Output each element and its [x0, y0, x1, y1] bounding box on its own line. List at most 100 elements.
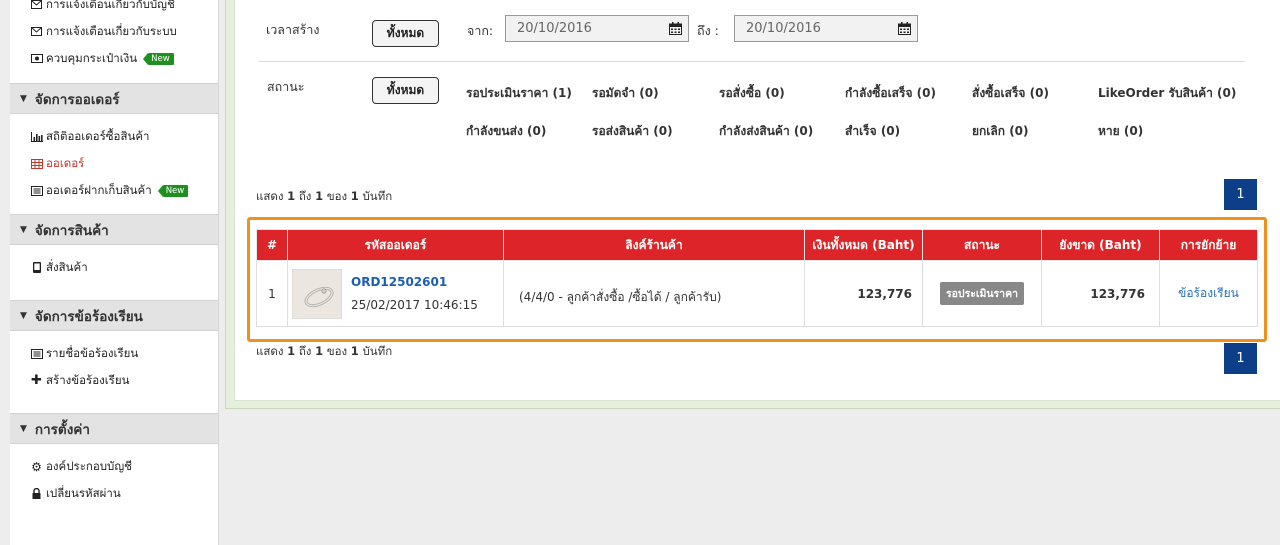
status-filter-completed[interactable]: สำเร็จ (0) — [845, 122, 900, 141]
sidebar-item-system-notifications[interactable]: การแจ้งเตือนเกี่ยวกับระบบ — [30, 18, 218, 45]
sidebar-item-label: สร้างข้อร้องเรียน — [46, 372, 130, 387]
created-all-button[interactable]: ทั้งหมด — [372, 20, 439, 47]
pagination-page-button[interactable]: 1 — [1224, 179, 1257, 210]
new-badge: New — [143, 52, 174, 65]
section-title: จัดการข้อร้องเรียน — [34, 308, 143, 325]
status-cell: รอประเมินราคา — [922, 260, 1042, 327]
list-icon — [30, 347, 43, 360]
gear-icon: ⚙ — [31, 459, 42, 474]
order-id-link[interactable]: ORD12502601 — [351, 275, 478, 289]
status-filter-likeorder-received[interactable]: LikeOrder รับสินค้า (0) — [1098, 84, 1236, 103]
envelope-icon — [30, 25, 43, 38]
column-header-shop-link: ลิงค์ร้านค้า — [503, 229, 805, 261]
sidebar-item-storage-orders[interactable]: ออเดอร์ฝากเก็บสินค้า New — [30, 177, 218, 204]
order-datetime: 25/02/2017 10:46:15 — [351, 298, 478, 312]
summary-from: 1 — [287, 344, 296, 358]
date-from-label: จาก: — [467, 23, 494, 38]
order-cell: ORD12502601 25/02/2017 10:46:15 — [287, 260, 504, 327]
date-from-field[interactable]: 20/10/2016 — [505, 15, 689, 42]
summary-text: ของ — [326, 189, 348, 203]
sidebar-item-label: องค์ประกอบบัญชี — [46, 458, 132, 473]
summary-text: ถึง — [298, 189, 312, 203]
column-header-total: เงินทั้งหมด (Baht) — [804, 229, 923, 261]
status-label: สถานะ — [267, 79, 305, 94]
summary-total: 1 — [350, 344, 359, 358]
section-title: จัดการสินค้า — [34, 222, 109, 239]
complaint-link[interactable]: ข้อร้องเรียน — [1178, 286, 1239, 300]
records-summary-bottom: แสดง 1 ถึง 1 ของ 1 บันทึก — [256, 343, 392, 361]
status-badge: รอประเมินราคา — [939, 282, 1025, 305]
sidebar-section-orders[interactable]: ▼ จัดการออเดอร์ — [10, 83, 218, 114]
status-filter-cancelled[interactable]: ยกเลิก (0) — [972, 122, 1029, 141]
status-filter-lost[interactable]: หาย (0) — [1098, 122, 1143, 141]
date-to-field[interactable]: 20/10/2016 — [734, 15, 918, 42]
status-filter-awaiting-quote[interactable]: รอประเมินราคา (1) — [466, 84, 572, 103]
status-filter-awaiting-deposit[interactable]: รอมัดจำ (0) — [592, 84, 659, 103]
sidebar-item-label: ควบคุมกระเป๋าเงิน — [46, 50, 138, 65]
caret-down-icon: ▼ — [20, 224, 27, 235]
sidebar-complaints-items: รายชื่อข้อร้องเรียน ✚ สร้างข้อร้องเรียน — [10, 331, 218, 413]
orders-table: # รหัสออเดอร์ ลิงค์ร้านค้า เงินทั้งหมด (… — [256, 229, 1258, 327]
summary-text: ของ — [326, 344, 348, 358]
column-header-remaining: ยังขาด (Baht) — [1041, 229, 1160, 261]
sidebar-item-orders[interactable]: ออเดอร์ — [30, 150, 218, 177]
sidebar-item-label: ออเดอร์ฝากเก็บสินค้า — [46, 182, 152, 197]
sidebar-item-complaint-list[interactable]: รายชื่อข้อร้องเรียน — [30, 340, 218, 367]
sidebar-item-label: การแจ้งเตือนเกี่ยวกับระบบ — [46, 23, 177, 38]
calendar-icon[interactable] — [669, 22, 682, 35]
table-header-row: # รหัสออเดอร์ ลิงค์ร้านค้า เงินทั้งหมด (… — [256, 229, 1258, 261]
shop-link-text: (4/4/0 - ลูกค้าสั่งซื้อ /ซื้อได้ / ลูกค้… — [519, 290, 722, 304]
sidebar-section-settings[interactable]: ▼ การตั้งค่า — [10, 413, 218, 444]
pagination-page-button-bottom[interactable]: 1 — [1224, 343, 1257, 374]
sidebar-settings-items: ⚙ องค์ประกอบบัญชี เปลี่ยนรหัสผ่าน — [10, 444, 218, 507]
wallet-icon — [30, 52, 43, 65]
remaining-amount: 123,776 — [1041, 260, 1160, 327]
summary-text: บันทึก — [362, 189, 393, 203]
lock-icon — [30, 487, 43, 500]
product-thumbnail[interactable] — [292, 268, 342, 319]
caret-down-icon: ▼ — [20, 310, 27, 321]
status-filter-shipping[interactable]: กำลังขนส่ง (0) — [466, 122, 546, 141]
sidebar-top-items: การแจ้งเตือนเกี่ยวกับบัญชี การแจ้งเตือนเ… — [10, 0, 218, 72]
total-amount: 123,776 — [804, 260, 923, 327]
ring-image — [293, 269, 341, 318]
status-filter-purchased[interactable]: สั่งซื้อเสร็จ (0) — [972, 84, 1049, 103]
sidebar-item-account-notifications[interactable]: การแจ้งเตือนเกี่ยวกับบัญชี — [30, 0, 218, 18]
envelope-icon — [30, 0, 43, 11]
sidebar-item-order-products[interactable]: สั่งสินค้า — [30, 254, 218, 281]
summary-text: ถึง — [298, 344, 312, 358]
status-filter-purchasing[interactable]: กำลังซื้อเสร็จ (0) — [845, 84, 936, 103]
column-header-action: การยักย้าย — [1159, 229, 1258, 261]
table-icon — [30, 157, 43, 170]
sidebar-products-items: สั่งสินค้า — [10, 245, 218, 300]
status-filter-delivering[interactable]: กำลังส่งสินค้า (0) — [719, 122, 813, 141]
status-filter-awaiting-delivery[interactable]: รอส่งสินค้า (0) — [592, 122, 673, 141]
sidebar-item-order-stats[interactable]: สถิติออเดอร์ซื้อสินค้า — [30, 123, 218, 150]
status-filter-awaiting-purchase[interactable]: รอสั่งซื้อ (0) — [719, 84, 785, 103]
sidebar-item-wallet[interactable]: ควบคุมกระเป๋าเงิน New — [30, 45, 218, 72]
created-time-label: เวลาสร้าง — [266, 22, 320, 37]
sidebar-item-account-settings[interactable]: ⚙ องค์ประกอบบัญชี — [30, 453, 218, 480]
table-row: 1 ORD12502601 25/02/2017 10:46:15 (4/4/0… — [256, 260, 1258, 327]
sidebar-item-create-complaint[interactable]: ✚ สร้างข้อร้องเรียน — [30, 367, 218, 394]
column-header-number: # — [256, 229, 288, 261]
shop-link-cell: (4/4/0 - ลูกค้าสั่งซื้อ /ซื้อได้ / ลูกค้… — [503, 260, 805, 327]
sidebar-item-label: สถิติออเดอร์ซื้อสินค้า — [46, 128, 150, 143]
summary-text: แสดง — [256, 189, 284, 203]
caret-down-icon: ▼ — [20, 423, 27, 434]
summary-to: 1 — [315, 344, 324, 358]
sidebar-section-complaints[interactable]: ▼ จัดการข้อร้องเรียน — [10, 300, 218, 331]
section-title: การตั้งค่า — [34, 421, 90, 438]
sidebar-section-products[interactable]: ▼ จัดการสินค้า — [10, 214, 218, 245]
sidebar-item-label: การแจ้งเตือนเกี่ยวกับบัญชี — [46, 0, 175, 11]
bar-chart-icon — [30, 130, 43, 143]
sidebar: การแจ้งเตือนเกี่ยวกับบัญชี การแจ้งเตือนเ… — [10, 0, 219, 545]
sidebar-item-change-password[interactable]: เปลี่ยนรหัสผ่าน — [30, 480, 218, 507]
mobile-icon — [30, 261, 43, 274]
summary-text: แสดง — [256, 344, 284, 358]
sidebar-item-label: ออเดอร์ — [46, 155, 85, 170]
sidebar-item-label: รายชื่อข้อร้องเรียน — [46, 345, 139, 360]
calendar-icon[interactable] — [898, 22, 911, 35]
status-all-button[interactable]: ทั้งหมด — [372, 77, 439, 104]
column-header-order-id: รหัสออเดอร์ — [287, 229, 504, 261]
